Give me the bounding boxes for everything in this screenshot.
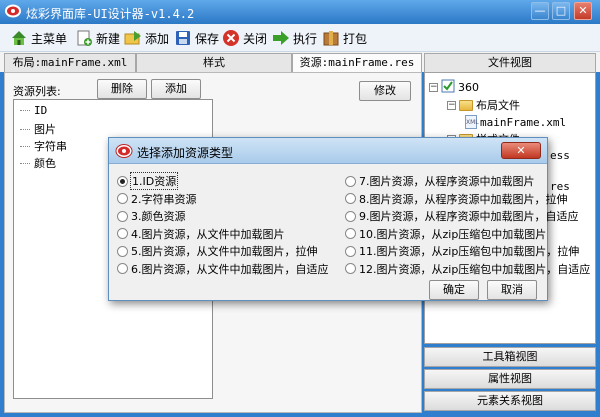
- window-title: 炫彩界面库-UI设计器-v1.4.2: [26, 7, 195, 21]
- arrow-right-icon: [272, 29, 290, 47]
- close-button[interactable]: 关闭: [222, 28, 267, 48]
- new-file-icon: [75, 29, 93, 47]
- dialog-title-bar: 选择添加资源类型 ✕: [109, 138, 547, 164]
- radio-button-icon[interactable]: [117, 175, 128, 187]
- radio-button-icon[interactable]: [117, 245, 128, 257]
- radio-button-icon[interactable]: [117, 263, 128, 274]
- minimize-button[interactable]: —: [531, 2, 549, 20]
- radio-label: 9.图片资源，从程序资源中加载图片，自适应: [359, 210, 579, 223]
- cancel-button[interactable]: 取消: [487, 280, 537, 300]
- tree-layout-folder[interactable]: − 布局文件: [447, 97, 520, 113]
- resource-type-radio[interactable]: 3.颜色资源: [117, 208, 186, 224]
- close-window-button[interactable]: ✕: [574, 2, 592, 20]
- tab-bar: 布局:mainFrame.xml 样式 资源:mainFrame.res 文件视…: [0, 52, 600, 72]
- radio-button-icon[interactable]: [345, 245, 356, 257]
- package-icon: [322, 29, 340, 47]
- radio-button-icon[interactable]: [117, 210, 128, 222]
- add-resource-type-dialog: 选择添加资源类型 ✕ 确定 取消 1.ID资源 2.字符串资源 3.颜色资源 4.图片…: [108, 137, 590, 301]
- maximize-button[interactable]: □: [552, 2, 570, 20]
- main-menu-button[interactable]: 主菜单: [10, 28, 67, 48]
- dialog-close-button[interactable]: ✕: [501, 142, 541, 159]
- radio-button-icon[interactable]: [345, 263, 356, 274]
- radio-label: 8.图片资源，从程序资源中加载图片，拉伸: [359, 192, 568, 206]
- run-button[interactable]: 执行: [272, 28, 317, 48]
- properties-view-button[interactable]: 属性视图: [424, 369, 596, 389]
- list-item[interactable]: ID: [20, 104, 47, 117]
- radio-label: 3.颜色资源: [131, 210, 186, 223]
- radio-button-icon[interactable]: [345, 210, 356, 222]
- collapse-icon[interactable]: −: [429, 83, 438, 92]
- tree-layout-file[interactable]: XML mainFrame.xml: [465, 115, 566, 129]
- tab-style[interactable]: 样式: [136, 53, 292, 72]
- save-button[interactable]: 保存: [174, 28, 219, 48]
- resource-type-radio[interactable]: 10.图片资源，从zip压缩包中加载图片: [345, 226, 546, 242]
- app-logo-icon: [115, 143, 133, 162]
- add-resource-button[interactable]: 添加: [151, 79, 201, 99]
- radio-label: 6.图片资源，从文件中加载图片，自适应: [131, 262, 329, 276]
- folder-icon: [459, 99, 473, 111]
- radio-button-icon[interactable]: [345, 193, 356, 204]
- title-bar: 炫彩界面库-UI设计器-v1.4.2 — □ ✕: [0, 0, 600, 24]
- resource-type-radio[interactable]: 4.图片资源，从文件中加载图片: [117, 226, 285, 242]
- ok-button[interactable]: 确定: [429, 280, 479, 300]
- xml-file-icon: XML: [465, 115, 479, 129]
- tree-root[interactable]: − 360: [429, 79, 479, 96]
- add-folder-icon: [124, 29, 142, 47]
- toolbar: 主菜单 新建 添加 保存 关闭 执行 打包: [0, 24, 600, 52]
- resource-type-radio[interactable]: 7.图片资源，从程序资源中加载图片: [345, 173, 535, 189]
- radio-label: 7.图片资源，从程序资源中加载图片: [359, 175, 535, 188]
- resource-type-radio[interactable]: 9.图片资源，从程序资源中加载图片，自适应: [345, 208, 579, 224]
- resource-type-radio[interactable]: 6.图片资源，从文件中加载图片，自适应: [117, 261, 329, 277]
- floppy-disk-icon: [174, 29, 192, 47]
- resource-type-radio[interactable]: 12.图片资源，从zip压缩包中加载图片，自适应: [345, 261, 590, 277]
- tab-file-view[interactable]: 文件视图: [424, 53, 596, 72]
- radio-label: 11.图片资源，从zip压缩包中加载图片，拉伸: [359, 245, 580, 258]
- radio-label: 1.ID资源: [129, 172, 179, 190]
- toolbox-view-button[interactable]: 工具箱视图: [424, 347, 596, 367]
- radio-label: 2.字符串资源: [131, 192, 197, 206]
- radio-button-icon[interactable]: [345, 175, 356, 187]
- list-item[interactable]: 图片: [20, 121, 56, 137]
- delete-resource-button[interactable]: 删除: [97, 79, 147, 99]
- home-icon: [10, 29, 28, 47]
- list-item[interactable]: 字符串: [20, 138, 67, 154]
- add-button[interactable]: 添加: [124, 28, 169, 48]
- resource-list-label: 资源列表:: [13, 85, 61, 98]
- resource-type-radio[interactable]: 2.字符串资源: [117, 191, 197, 207]
- radio-button-icon[interactable]: [117, 228, 128, 239]
- element-relations-view-button[interactable]: 元素关系视图: [424, 391, 596, 411]
- app-logo-icon: [4, 3, 22, 22]
- checklist-icon: [441, 79, 455, 96]
- radio-label: 4.图片资源，从文件中加载图片: [131, 227, 285, 241]
- dialog-title: 选择添加资源类型: [137, 146, 234, 160]
- tab-layout[interactable]: 布局:mainFrame.xml: [4, 53, 136, 72]
- radio-label: 12.图片资源，从zip压缩包中加载图片，自适应: [359, 262, 591, 276]
- resource-type-radio[interactable]: 1.ID资源: [117, 172, 179, 190]
- pack-button[interactable]: 打包: [322, 28, 367, 48]
- list-item[interactable]: 颜色: [20, 155, 56, 171]
- tree-css-file-partial[interactable]: ess: [550, 149, 570, 162]
- tab-resource[interactable]: 资源:mainFrame.res: [292, 53, 422, 72]
- resource-type-radio[interactable]: 8.图片资源，从程序资源中加载图片，拉伸: [345, 191, 568, 207]
- radio-label: 5.图片资源，从文件中加载图片，拉伸: [131, 245, 318, 258]
- resource-type-radio[interactable]: 5.图片资源，从文件中加载图片，拉伸: [117, 243, 318, 259]
- radio-label: 10.图片资源，从zip压缩包中加载图片: [359, 227, 547, 241]
- modify-resource-button[interactable]: 修改: [359, 81, 411, 101]
- collapse-icon[interactable]: −: [447, 100, 456, 110]
- close-circle-icon: [222, 29, 240, 47]
- radio-button-icon[interactable]: [117, 193, 128, 204]
- new-button[interactable]: 新建: [75, 28, 120, 48]
- radio-button-icon[interactable]: [345, 228, 356, 239]
- resource-type-radio[interactable]: 11.图片资源，从zip压缩包中加载图片，拉伸: [345, 243, 579, 259]
